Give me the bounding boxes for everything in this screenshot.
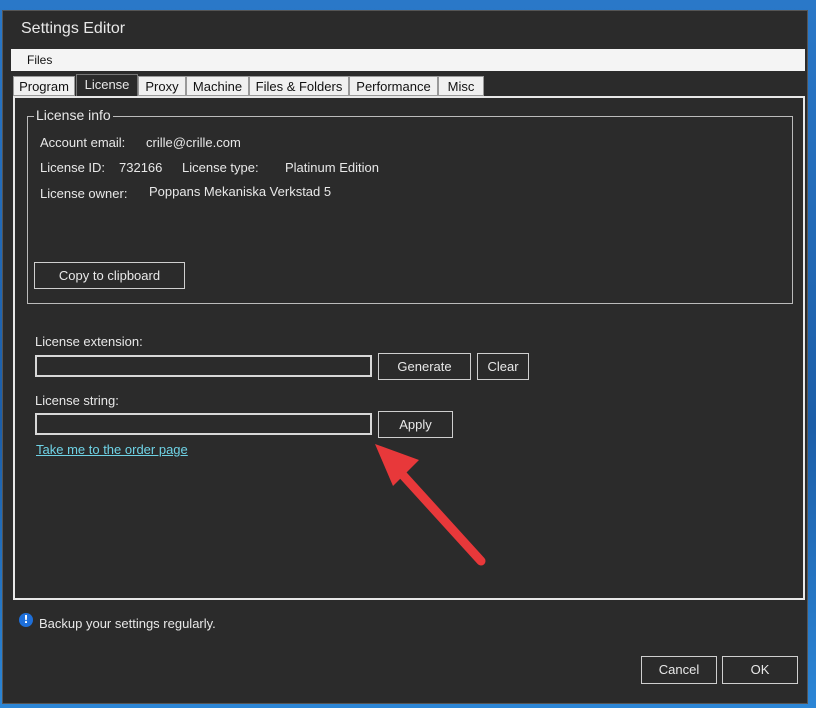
ok-button[interactable]: OK [722, 656, 798, 684]
license-tab-panel: License info Account email: crille@crill… [13, 96, 805, 600]
annotation-arrow-shaft [386, 457, 486, 566]
generate-button[interactable]: Generate [378, 353, 471, 380]
license-id-label: License ID: [40, 160, 106, 175]
account-email-label: Account email: [40, 135, 126, 150]
settings-editor-window: Settings Editor Files Program License Pr… [2, 10, 808, 704]
menu-files[interactable]: Files [27, 53, 52, 67]
window-title: Settings Editor [21, 20, 126, 37]
menu-bar: Files [11, 49, 805, 71]
tab-proxy[interactable]: Proxy [138, 76, 186, 96]
license-extension-label: License extension: [35, 334, 143, 349]
clear-button[interactable]: Clear [477, 353, 529, 380]
license-id-value: 732166 [119, 160, 163, 175]
license-type-label: License type: [182, 160, 259, 175]
tab-machine[interactable]: Machine [186, 76, 249, 96]
license-extension-input[interactable] [35, 355, 372, 377]
cancel-button[interactable]: Cancel [641, 656, 717, 684]
license-string-input[interactable] [35, 413, 372, 435]
tab-license[interactable]: License [76, 74, 138, 98]
license-info-title: License info [34, 107, 113, 123]
copy-to-clipboard-button[interactable]: Copy to clipboard [34, 262, 185, 289]
license-owner-label: License owner: [40, 186, 128, 201]
info-icon: ! [19, 613, 33, 627]
title-bar[interactable]: Settings Editor [3, 11, 807, 47]
status-message: Backup your settings regularly. [39, 616, 216, 631]
license-owner-value: Poppans Mekaniska Verkstad 5 [149, 184, 332, 199]
order-page-link[interactable]: Take me to the order page [36, 442, 188, 457]
annotation-arrow-icon [375, 444, 486, 566]
tab-program[interactable]: Program [13, 76, 75, 96]
tab-misc[interactable]: Misc [438, 76, 484, 96]
license-string-label: License string: [35, 393, 119, 408]
license-info-group: License info Account email: crille@crill… [27, 107, 793, 304]
license-type-value: Platinum Edition [285, 160, 379, 175]
account-email-value: crille@crille.com [146, 135, 241, 150]
tab-files-folders[interactable]: Files & Folders [249, 76, 349, 96]
tab-performance[interactable]: Performance [349, 76, 438, 96]
